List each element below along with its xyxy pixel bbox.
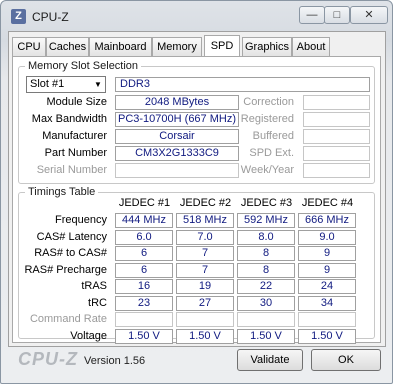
column-header: JEDEC #1 — [118, 197, 171, 209]
serial-number-value — [115, 163, 239, 178]
timing-row-label: tRAS — [81, 280, 107, 292]
slot-select-value: Slot #1 — [30, 78, 65, 90]
tab-mainboard[interactable]: Mainboard — [89, 37, 152, 56]
maximize-button[interactable]: □ — [324, 6, 350, 24]
memory-slot-group-label: Memory Slot Selection — [25, 60, 142, 72]
tab-graphics[interactable]: Graphics — [242, 37, 292, 56]
timings-group: Timings Table JEDEC #1 JEDEC #2 JEDEC #3… — [18, 186, 375, 344]
timing-cell: 6 — [115, 246, 173, 261]
timing-row-label: Command Rate — [29, 313, 107, 325]
timing-row-label: CAS# Latency — [36, 230, 107, 243]
cpuz-brand-logo: CPU-Z — [18, 349, 78, 369]
timing-cell: 9 — [298, 246, 356, 261]
timing-cell: 30 — [237, 295, 295, 311]
registered-label: Registered — [240, 113, 294, 125]
correction-value — [303, 95, 370, 110]
timing-cell: 8 — [237, 246, 295, 261]
timing-cell: 1.50 V — [298, 328, 356, 344]
timing-cell: 19 — [176, 279, 234, 294]
timing-cell: 666 MHz — [298, 213, 356, 228]
manufacturer-label: Manufacturer — [42, 130, 107, 142]
timing-cell: 1.50 V — [115, 328, 173, 344]
timing-cell: 34 — [298, 295, 356, 311]
title-bar[interactable]: Z CPU-Z — □ ✕ — [1, 1, 392, 31]
timing-row-label: RAS# Precharge — [24, 263, 107, 276]
part-number-value: CM3X2G1333C9 — [115, 146, 239, 161]
registered-value — [303, 112, 370, 127]
tab-cpu[interactable]: CPU — [12, 37, 46, 56]
correction-label: Correction — [243, 96, 294, 108]
column-header: JEDEC #2 — [179, 197, 232, 209]
timing-cell — [115, 312, 173, 327]
cpuz-window: Z CPU-Z — □ ✕ CPU Caches Mainboard Memor… — [0, 0, 393, 384]
timing-row-label: Frequency — [55, 214, 107, 226]
timing-cell: 7 — [176, 246, 234, 261]
timing-cell: 9 — [298, 262, 356, 278]
timing-cell: 6.0 — [115, 229, 173, 245]
tab-about[interactable]: About — [292, 37, 330, 56]
column-header: JEDEC #4 — [301, 197, 354, 209]
timing-cell: 16 — [115, 279, 173, 294]
buffered-label: Buffered — [252, 130, 294, 142]
week-year-label: Week/Year — [240, 164, 294, 176]
week-year-value — [303, 163, 370, 178]
timing-cell: 24 — [298, 279, 356, 294]
timing-cell: 27 — [176, 295, 234, 311]
window-title: CPU-Z — [32, 10, 69, 24]
timing-row-label: RAS# to CAS# — [34, 247, 107, 259]
buffered-value — [303, 129, 370, 144]
spd-panel: Memory Slot Selection Slot #1 ▼ DDR3 Mod… — [12, 56, 381, 344]
minimize-button[interactable]: — — [299, 6, 325, 24]
module-size-label: Module Size — [46, 96, 107, 108]
version-label: Version 1.56 — [84, 355, 146, 367]
timing-cell: 1.50 V — [176, 328, 234, 344]
max-bandwidth-value: PC3-10700H (667 MHz) — [115, 112, 239, 127]
timing-cell: 22 — [237, 279, 295, 294]
column-header: JEDEC #3 — [240, 197, 293, 209]
timings-group-label: Timings Table — [25, 186, 99, 198]
tab-caches[interactable]: Caches — [46, 37, 89, 56]
cpuz-app-icon: Z — [11, 9, 26, 24]
timing-cell: 23 — [115, 295, 173, 311]
timing-cell: 8 — [237, 262, 295, 278]
serial-number-label: Serial Number — [36, 164, 107, 176]
manufacturer-value: Corsair — [115, 129, 239, 144]
module-size-value: 2048 MBytes — [115, 95, 239, 110]
spd-ext-label: SPD Ext. — [249, 147, 294, 159]
slot-select[interactable]: Slot #1 ▼ — [26, 76, 106, 93]
timing-cell — [237, 312, 295, 327]
tab-spd[interactable]: SPD — [204, 35, 240, 57]
timing-cell: 9.0 — [298, 229, 356, 245]
timing-cell — [176, 312, 234, 327]
spd-ext-value — [303, 146, 370, 161]
close-button[interactable]: ✕ — [350, 6, 388, 24]
timing-cell: 6 — [115, 262, 173, 278]
memory-slot-group: Memory Slot Selection Slot #1 ▼ DDR3 Mod… — [18, 60, 375, 184]
timing-cell: 444 MHz — [115, 213, 173, 228]
part-number-label: Part Number — [44, 147, 107, 159]
timing-row-label: tRC — [88, 296, 107, 309]
chevron-down-icon: ▼ — [94, 80, 102, 89]
max-bandwidth-label: Max Bandwidth — [31, 113, 107, 125]
tab-memory[interactable]: Memory — [152, 37, 202, 56]
timing-cell: 1.50 V — [237, 328, 295, 344]
timing-cell: 518 MHz — [176, 213, 234, 228]
timing-cell: 592 MHz — [237, 213, 295, 228]
timing-cell: 7.0 — [176, 229, 234, 245]
ok-button[interactable]: OK — [311, 349, 381, 371]
timing-cell: 7 — [176, 262, 234, 278]
timing-cell — [298, 312, 356, 327]
timing-row-label: Voltage — [70, 329, 107, 342]
memory-type-field: DDR3 — [115, 77, 370, 92]
timing-cell: 8.0 — [237, 229, 295, 245]
validate-button[interactable]: Validate — [237, 349, 303, 371]
